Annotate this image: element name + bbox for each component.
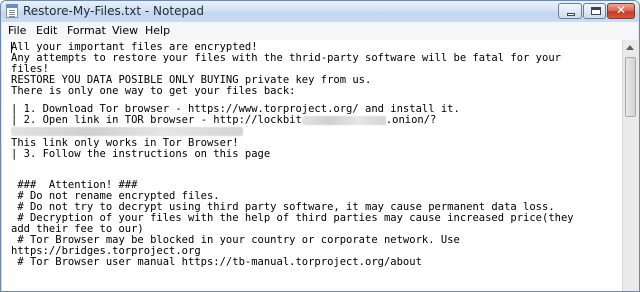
close-icon: ✕: [615, 3, 627, 17]
menu-edit[interactable]: Edit: [36, 24, 57, 37]
tor-link-suffix: .onion/?: [385, 114, 437, 126]
redacted-onion-address: [301, 115, 386, 125]
text-line: # Tor Browser user manual https://tb-man…: [11, 256, 422, 268]
notepad-window: Restore-My-Files.txt - Notepad ✕ File Ed…: [0, 0, 640, 292]
minimize-icon: [567, 13, 575, 16]
minimize-button[interactable]: [558, 3, 582, 19]
text-line: Any attempts to restore your files with …: [11, 52, 561, 64]
text-line: There is only one way to get your files …: [11, 85, 296, 97]
window-title: Restore-My-Files.txt - Notepad: [23, 4, 205, 18]
text-editor[interactable]: All your important files are encrypted! …: [2, 40, 622, 291]
close-button[interactable]: ✕: [607, 3, 635, 19]
menu-format[interactable]: Format: [67, 24, 106, 37]
redacted-line: [11, 125, 243, 137]
redacted-onion-id: [11, 126, 243, 136]
vertical-scrollbar[interactable]: [622, 40, 639, 291]
scrollbar-thumb[interactable]: [625, 57, 636, 117]
menu-file[interactable]: File: [8, 24, 26, 37]
menu-help[interactable]: Help: [145, 24, 170, 37]
scroll-up-icon[interactable]: [626, 45, 634, 50]
maximize-button[interactable]: [583, 3, 606, 19]
menu-bar: File Edit Format View Help: [2, 22, 638, 41]
maximize-icon: [591, 7, 601, 15]
notepad-icon[interactable]: [6, 4, 18, 18]
title-bar[interactable]: Restore-My-Files.txt - Notepad ✕: [1, 1, 639, 22]
text-line: | 3. Follow the instructions on this pag…: [11, 148, 271, 160]
menu-view[interactable]: View: [112, 24, 138, 37]
